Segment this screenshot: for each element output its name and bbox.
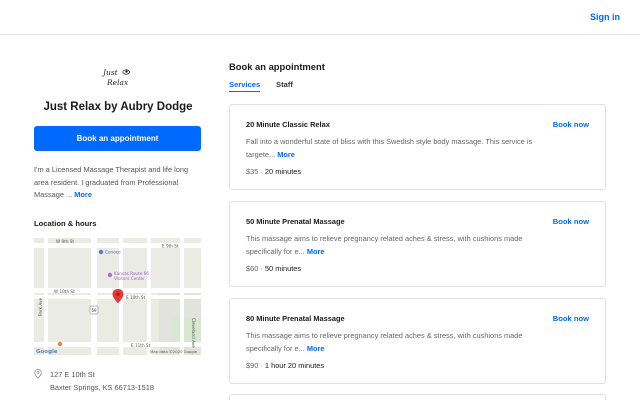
business-address: 127 E 10th St Baxter Springs, KS 66713-1… — [50, 369, 154, 394]
service-title: 80 Minute Prenatal Massage — [246, 314, 345, 323]
service-price: $35 — [246, 167, 259, 176]
service-card[interactable]: 80 Minute Prenatal Massage Book now This… — [229, 298, 606, 384]
book-now-button[interactable]: Book now — [553, 120, 589, 129]
meta-separator: · — [258, 264, 265, 273]
service-more-link[interactable]: More — [307, 247, 325, 256]
map-label-w10: W 10th St — [54, 289, 75, 294]
service-description-text: This massage aims to relieve pregnancy r… — [246, 234, 523, 256]
map-label-park-ave: Park Ave — [38, 298, 43, 316]
bio-more-link[interactable]: More — [74, 190, 92, 199]
location-title: Location & hours — [34, 219, 97, 228]
business-name: Just Relax by Aubry Dodge — [43, 101, 193, 113]
service-price: $90 — [246, 361, 259, 370]
just-relax-logo: Just Relax — [101, 68, 131, 87]
service-title: 20 Minute Classic Relax — [246, 120, 330, 129]
map-data-attribution: Map data ©2020 Google — [150, 349, 198, 354]
book-appointment-button[interactable]: Book an appointment — [34, 126, 201, 151]
booking-heading: Book an appointment — [229, 61, 325, 72]
service-meta: $60 · 50 minutes — [246, 264, 301, 273]
google-logo: Google — [36, 349, 58, 355]
service-description: This massage aims to relieve pregnancy r… — [246, 233, 536, 258]
map-label-e9: E 9th St — [162, 244, 179, 249]
address-line-1: 127 E 10th St — [50, 370, 95, 379]
business-bio: I'm a Licensed Massage Therapist and lif… — [34, 164, 202, 202]
svg-text:Relax: Relax — [106, 78, 129, 87]
service-more-link[interactable]: More — [307, 344, 325, 353]
meta-separator: · — [258, 167, 265, 176]
map-label-e10: E 10th St — [126, 295, 146, 300]
tab-services[interactable]: Services — [229, 80, 261, 92]
service-card[interactable]: 20 Minute Classic Relax Book now Fall in… — [229, 104, 606, 190]
service-price: $60 — [246, 264, 259, 273]
service-meta: $90 · 1 hour 20 minutes — [246, 361, 324, 370]
address-line-2: Baxter Springs, KS 66713-1518 — [50, 382, 154, 392]
service-duration: 20 minutes — [264, 167, 302, 176]
map-label-e11: E 11th St — [131, 343, 151, 348]
service-more-link[interactable]: More — [277, 150, 295, 159]
map-label-conoco: Conoco — [105, 250, 121, 255]
svg-text:Just: Just — [101, 68, 119, 77]
sign-in-link[interactable]: Sign in — [590, 12, 620, 22]
book-now-button[interactable]: Book now — [553, 314, 589, 323]
top-bar: Sign in — [0, 0, 640, 35]
service-duration: 50 minutes — [264, 264, 302, 273]
map-label-cleveland-ave: Cleveland Ave — [191, 318, 196, 348]
gas-station-icon — [98, 249, 104, 255]
service-title: 50 Minute Prenatal Massage — [246, 217, 345, 226]
map-pin-icon — [34, 369, 42, 379]
visitor-center-icon — [107, 272, 113, 278]
book-now-button[interactable]: Book now — [553, 217, 589, 226]
location-map[interactable]: 69 Conoco Kansas Route 66 Visitors Cente… — [34, 238, 201, 355]
map-label-w9: W 9th St — [56, 239, 74, 244]
map-label-visitors-center: Visitors Center — [114, 276, 145, 281]
service-card-partial[interactable] — [229, 394, 606, 400]
meta-separator: · — [258, 361, 265, 370]
route-shield-label: 69 — [92, 308, 98, 313]
store-icon — [57, 341, 63, 347]
service-duration: 1 hour 20 minutes — [264, 361, 325, 370]
tab-staff[interactable]: Staff — [276, 80, 293, 89]
bio-text: I'm a Licensed Massage Therapist and lif… — [34, 165, 189, 199]
service-description-text: This massage aims to relieve pregnancy r… — [246, 331, 523, 353]
service-description: Fall into a wonderful state of bliss wit… — [246, 136, 536, 161]
service-card[interactable]: 50 Minute Prenatal Massage Book now This… — [229, 201, 606, 287]
service-description: This massage aims to relieve pregnancy r… — [246, 330, 536, 355]
service-meta: $35 · 20 minutes — [246, 167, 301, 176]
